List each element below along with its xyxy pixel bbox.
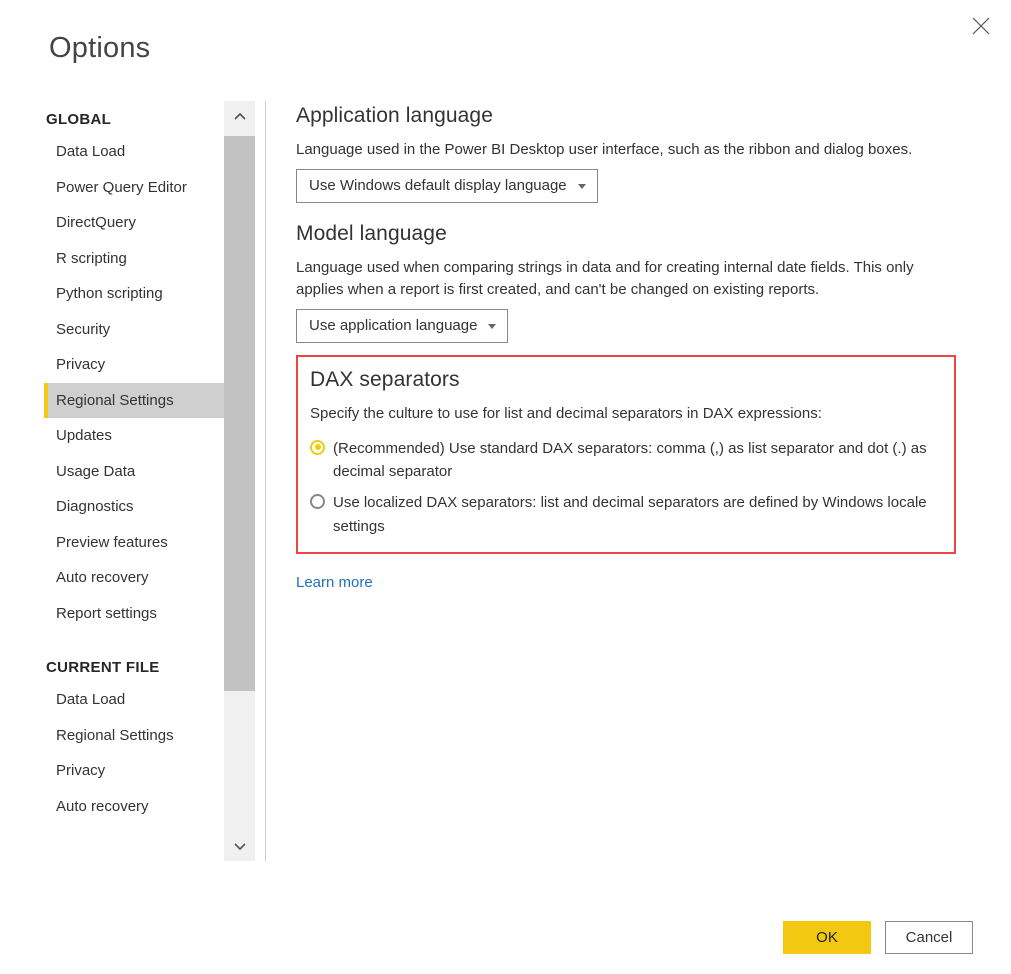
ok-button[interactable]: OK [783,921,871,954]
dialog-title: Options [0,0,1011,65]
learn-more-link[interactable]: Learn more [296,572,373,594]
sidebar-scrollbar[interactable] [224,101,255,861]
sidebar-item-cf-regional-settings[interactable]: Regional Settings [44,718,224,754]
sidebar-item-cf-data-load[interactable]: Data Load [44,682,224,718]
close-button[interactable] [969,14,993,38]
model-language-title: Model language [296,219,991,249]
dax-separators-title: DAX separators [310,365,936,395]
scroll-down-arrow-icon[interactable] [224,830,255,861]
model-language-desc: Language used when comparing strings in … [296,257,956,301]
sidebar-header-current-file: CURRENT FILE [44,649,224,682]
cancel-button[interactable]: Cancel [885,921,973,954]
dialog-footer: OK Cancel [783,921,973,954]
chevron-down-icon [577,181,587,191]
model-language-select[interactable]: Use application language [296,309,508,343]
radio-icon [310,440,325,455]
sidebar-item-security[interactable]: Security [44,312,224,348]
sidebar-item-cf-auto-recovery[interactable]: Auto recovery [44,789,224,825]
sidebar-item-directquery[interactable]: DirectQuery [44,205,224,241]
sidebar-item-r-scripting[interactable]: R scripting [44,241,224,277]
dax-radio-localized[interactable]: Use localized DAX separators: list and d… [310,491,930,538]
sidebar-header-global: GLOBAL [44,101,224,134]
chevron-down-icon [487,321,497,331]
scroll-up-arrow-icon[interactable] [224,101,255,132]
sidebar-item-report-settings[interactable]: Report settings [44,596,224,632]
sidebar-item-diagnostics[interactable]: Diagnostics [44,489,224,525]
main-panel: Application language Language used in th… [266,101,1011,861]
dax-radio-localized-label: Use localized DAX separators: list and d… [333,491,930,538]
dax-radio-standard[interactable]: (Recommended) Use standard DAX separator… [310,437,930,484]
application-language-select[interactable]: Use Windows default display language [296,169,598,203]
sidebar-item-updates[interactable]: Updates [44,418,224,454]
sidebar-item-python-scripting[interactable]: Python scripting [44,276,224,312]
dax-separators-desc: Specify the culture to use for list and … [310,403,936,425]
model-language-select-value: Use application language [309,315,477,337]
sidebar-item-regional-settings[interactable]: Regional Settings [44,383,224,419]
sidebar-item-cf-privacy[interactable]: Privacy [44,753,224,789]
dax-separators-section: DAX separators Specify the culture to us… [296,355,956,554]
sidebar: GLOBAL Data Load Power Query Editor Dire… [44,101,255,861]
sidebar-item-preview-features[interactable]: Preview features [44,525,224,561]
sidebar-item-privacy[interactable]: Privacy [44,347,224,383]
application-language-title: Application language [296,101,991,131]
dax-radio-standard-label: (Recommended) Use standard DAX separator… [333,437,930,484]
radio-icon [310,494,325,509]
sidebar-item-auto-recovery[interactable]: Auto recovery [44,560,224,596]
sidebar-item-data-load[interactable]: Data Load [44,134,224,170]
scroll-thumb[interactable] [224,136,255,691]
sidebar-item-power-query-editor[interactable]: Power Query Editor [44,170,224,206]
sidebar-item-usage-data[interactable]: Usage Data [44,454,224,490]
application-language-desc: Language used in the Power BI Desktop us… [296,139,956,161]
application-language-select-value: Use Windows default display language [309,175,567,197]
